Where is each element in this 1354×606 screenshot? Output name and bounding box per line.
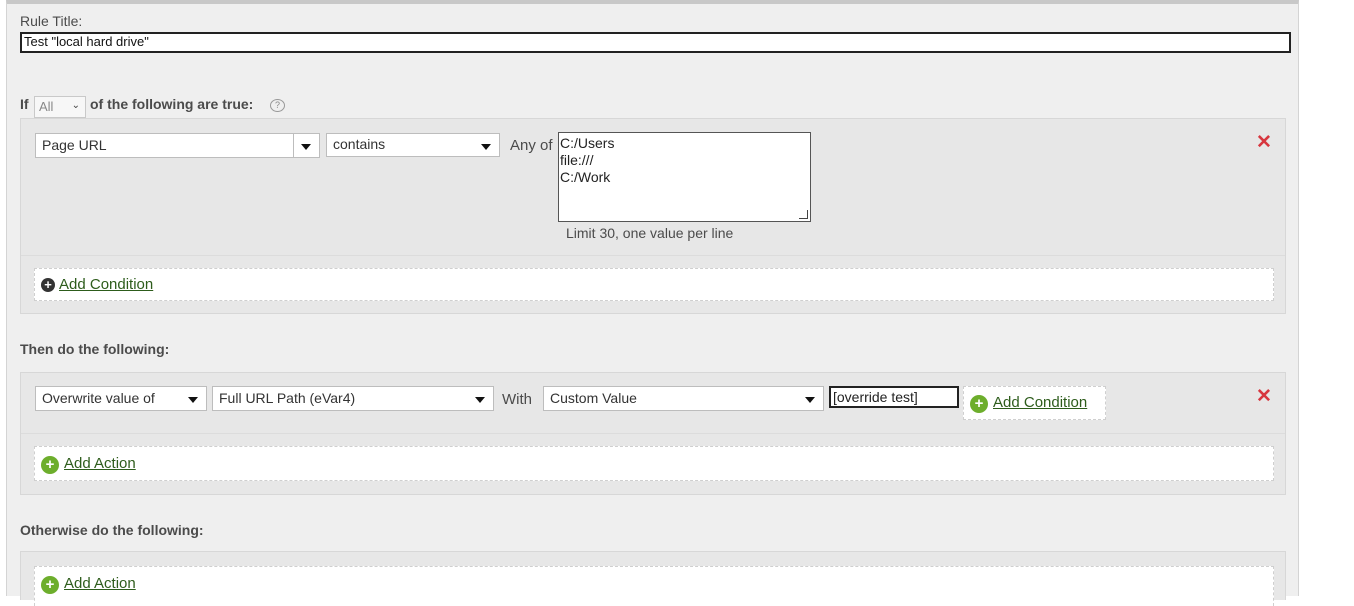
action-variable-value: Full URL Path (eVar4)	[219, 390, 356, 406]
add-condition-link[interactable]: Add Condition	[59, 276, 153, 293]
action-variable-select[interactable]: Full URL Path (eVar4)	[212, 386, 494, 411]
action-type-value: Overwrite value of	[42, 390, 155, 406]
add-action-link[interactable]: Add Action	[64, 455, 136, 472]
resize-handle-icon[interactable]	[799, 210, 808, 219]
condition-operator-value: contains	[333, 136, 386, 152]
add-condition-row: + Add Condition	[34, 268, 1274, 301]
chevron-down-icon	[481, 144, 491, 150]
with-label: With	[502, 391, 532, 408]
action-add-condition-link[interactable]: Add Condition	[993, 394, 1087, 411]
condition-operator-select[interactable]: contains	[326, 133, 500, 157]
chevron-down-icon	[188, 397, 198, 403]
action-type-select[interactable]: Overwrite value of	[35, 386, 207, 411]
rule-title-label: Rule Title:	[20, 13, 83, 29]
otherwise-heading: Otherwise do the following:	[20, 522, 204, 538]
condition-field-select[interactable]: Page URL	[35, 133, 320, 158]
conditions-suffix-label: of the following are true:	[90, 96, 254, 112]
action-value-type-value: Custom Value	[550, 390, 637, 406]
otherwise-add-action-link[interactable]: Add Action	[64, 575, 136, 592]
rule-editor-panel: Rule Title: Test "local hard drive" If A…	[6, 0, 1299, 606]
if-label: If	[20, 96, 29, 112]
chevron-down-icon: ⌄	[71, 100, 80, 111]
condition-value-line: C:/Users	[560, 135, 615, 151]
plus-icon: +	[41, 278, 55, 292]
chevron-down-icon	[475, 397, 485, 403]
condition-value-line: file:///	[560, 152, 594, 168]
otherwise-add-action-row: + Add Action	[34, 566, 1274, 606]
match-select-value: All	[39, 99, 54, 114]
action-value-type-select[interactable]: Custom Value	[543, 386, 824, 411]
close-icon[interactable]: ✕	[1256, 387, 1272, 406]
conditions-box: Page URL contains Any of C:/Users file:/…	[20, 118, 1286, 314]
then-heading: Then do the following:	[20, 341, 170, 357]
condition-row: Page URL contains Any of C:/Users file:/…	[21, 119, 1285, 255]
plus-icon: +	[41, 456, 59, 474]
plus-icon: +	[41, 576, 59, 594]
action-add-condition: + Add Condition	[963, 386, 1106, 420]
any-of-label: Any of	[510, 137, 553, 154]
question-icon[interactable]: ?	[270, 99, 285, 112]
chevron-down-icon	[805, 397, 815, 403]
condition-value-line: C:/Work	[560, 169, 611, 185]
otherwise-box: + Add Action	[20, 551, 1286, 606]
plus-icon: +	[970, 395, 988, 413]
condition-values-textarea[interactable]: C:/Users file:/// C:/Work	[558, 132, 811, 222]
condition-field-value: Page URL	[42, 137, 107, 153]
condition-values-hint: Limit 30, one value per line	[566, 225, 734, 241]
custom-value-input[interactable]: [override test]	[829, 386, 959, 408]
add-action-row: + Add Action	[34, 446, 1274, 481]
actions-box: Overwrite value of Full URL Path (eVar4)…	[20, 372, 1286, 495]
divider	[21, 433, 1285, 434]
match-select[interactable]: All ⌄	[34, 96, 86, 118]
close-icon[interactable]: ✕	[1256, 133, 1272, 152]
divider	[21, 255, 1285, 256]
rule-title-input[interactable]: Test "local hard drive"	[20, 32, 1291, 53]
chevron-down-icon	[293, 134, 319, 157]
